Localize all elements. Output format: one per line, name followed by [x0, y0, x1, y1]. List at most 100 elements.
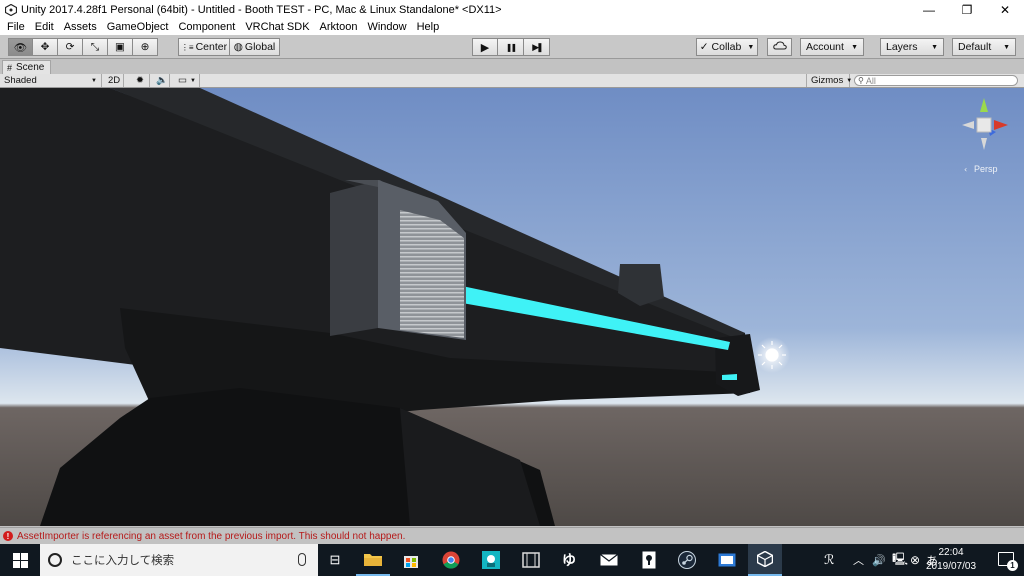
layers-dropdown[interactable]: Layers ▼	[880, 38, 944, 56]
account-label: Account	[806, 41, 844, 53]
notification-count: 1	[1007, 560, 1018, 571]
shading-mode-dropdown[interactable]: Shaded ▼	[0, 74, 102, 87]
mode-2d-toggle[interactable]: 2D	[104, 74, 124, 87]
tray-volume[interactable]: 🔊	[872, 544, 886, 576]
scale-tool-button[interactable]: ⤡	[83, 38, 108, 56]
play-icon: ▶	[480, 41, 490, 54]
taskbar-mail[interactable]	[592, 544, 626, 576]
move-tool-button[interactable]: ✥	[33, 38, 58, 56]
taskbar-store[interactable]	[394, 544, 428, 576]
pivot-global-button[interactable]: ◍ Global	[230, 38, 280, 56]
chevron-down-icon: ▼	[846, 77, 853, 84]
gizmos-dropdown[interactable]: Gizmos ▼	[806, 74, 853, 87]
restore-button[interactable]: ❐	[948, 0, 986, 19]
menu-bar: File Edit Assets GameObject Component VR…	[0, 19, 1024, 35]
character-app-icon	[482, 551, 500, 569]
window-app-icon	[718, 553, 736, 567]
rotate-icon: ⟳	[65, 41, 75, 53]
play-button[interactable]: ▶	[472, 38, 498, 56]
tray-network[interactable]: 🖳	[892, 544, 908, 576]
tray-show-hidden[interactable]: ︿	[853, 544, 864, 576]
audio-toggle[interactable]: 🔈	[152, 74, 170, 87]
unity-icon	[757, 551, 773, 567]
lighting-toggle[interactable]: ✹	[132, 74, 150, 87]
unity-logo-icon	[5, 3, 17, 16]
persp-label[interactable]: Persp	[974, 164, 998, 174]
console-status-bar[interactable]: ! AssetImporter is referencing an asset …	[0, 527, 1024, 544]
mail-icon	[600, 554, 618, 566]
taskbar-unity[interactable]	[748, 544, 782, 576]
menu-arktoon[interactable]: Arktoon	[315, 21, 363, 33]
scene-viewport[interactable]: Persp ‹	[0, 88, 1024, 526]
gizmos-label: Gizmos	[811, 75, 844, 86]
rect-tool-button[interactable]: ▣	[108, 38, 133, 56]
menu-file[interactable]: File	[2, 21, 30, 33]
menu-assets[interactable]: Assets	[59, 21, 102, 33]
menu-vrchat-sdk[interactable]: VRChat SDK	[240, 21, 314, 33]
tab-scene[interactable]: # Scene	[2, 60, 52, 74]
steam-icon	[678, 551, 696, 569]
windows-taskbar: ここに入力して検索 ⊟ ゆ ℛ ︿ 🔊 🖳 ⊗ あ 22:04 2019/07/…	[0, 544, 1024, 576]
tab-scene-label: Scene	[16, 62, 45, 73]
layout-group: Default ▼	[952, 38, 1016, 56]
taskbar-steam[interactable]	[670, 544, 704, 576]
pivot-center-label: Center	[195, 41, 228, 53]
pivot-global-label: Global	[244, 41, 276, 53]
minimize-button[interactable]: —	[910, 0, 948, 19]
start-button[interactable]	[0, 544, 40, 576]
taskbar-search-placeholder: ここに入力して検索	[71, 555, 175, 567]
menu-gameobject[interactable]: GameObject	[102, 21, 174, 33]
taskbar-ime-app[interactable]: ゆ	[552, 544, 586, 576]
rotate-tool-button[interactable]: ⟳	[58, 38, 83, 56]
pause-button[interactable]: ❚❚	[498, 38, 524, 56]
scale-icon: ⤡	[90, 40, 100, 53]
layout-dropdown[interactable]: Default ▼	[952, 38, 1016, 56]
taskbar-chrome[interactable]	[434, 544, 468, 576]
layers-label: Layers	[886, 41, 918, 53]
rear-housing-side	[330, 180, 380, 336]
windows-logo-icon	[12, 552, 28, 568]
film-strip-icon	[522, 552, 540, 568]
chevron-down-icon: ▼	[91, 77, 97, 84]
ime-app-icon: ゆ	[562, 552, 576, 568]
search-placeholder: All	[865, 75, 876, 86]
taskbar-film-app[interactable]	[514, 544, 548, 576]
effects-dropdown[interactable]: ▭ ▼	[174, 74, 200, 87]
account-dropdown[interactable]: Account ▼	[800, 38, 864, 56]
scene-search-input[interactable]: ⚲ All	[854, 75, 1018, 86]
store-bag-icon	[404, 556, 418, 568]
scene-render: Persp ‹	[0, 88, 1024, 526]
sun-icon: ✹	[136, 75, 144, 86]
chrome-icon	[442, 551, 460, 569]
taskbar-character-app[interactable]	[474, 544, 508, 576]
menu-component[interactable]: Component	[173, 21, 240, 33]
clock-time: 22:04	[938, 547, 964, 558]
step-button[interactable]: ▶❚	[524, 38, 550, 56]
transform-tool-button[interactable]: ⊕	[133, 38, 158, 56]
layers-group: Layers ▼	[880, 38, 944, 56]
taskbar-clock[interactable]: 22:04 2019/07/03	[922, 546, 980, 574]
view-tool-button[interactable]: 👁	[8, 38, 33, 56]
tab-bar: # Scene	[0, 60, 1024, 74]
microphone-icon	[298, 553, 306, 566]
chevron-down-icon: ▼	[931, 43, 938, 51]
menu-help[interactable]: Help	[412, 21, 445, 33]
pivot-center-button[interactable]: ⋮≡ Center	[178, 38, 230, 56]
menu-edit[interactable]: Edit	[30, 21, 59, 33]
cloud-button[interactable]	[767, 38, 792, 56]
globe-icon: ◍	[233, 41, 243, 53]
check-circle-icon: ✓	[699, 41, 709, 53]
task-view-button[interactable]: ⊟	[318, 544, 352, 576]
rect-icon: ▣	[115, 41, 125, 53]
tray-people[interactable]: ℛ	[824, 544, 834, 576]
taskbar-explorer[interactable]	[356, 544, 390, 576]
taskbar-alarm-app[interactable]	[632, 544, 666, 576]
collab-label: Collab	[711, 41, 742, 53]
window-title: Unity 2017.4.28f1 Personal (64bit) - Unt…	[21, 3, 502, 16]
collab-dropdown[interactable]: ✓ Collab ▼	[696, 38, 758, 56]
close-button[interactable]: ✕	[986, 0, 1024, 19]
tray-blocked[interactable]: ⊗	[910, 544, 920, 576]
taskbar-window-app[interactable]	[710, 544, 744, 576]
taskbar-search-input[interactable]: ここに入力して検索	[40, 544, 318, 576]
menu-window[interactable]: Window	[362, 21, 411, 33]
